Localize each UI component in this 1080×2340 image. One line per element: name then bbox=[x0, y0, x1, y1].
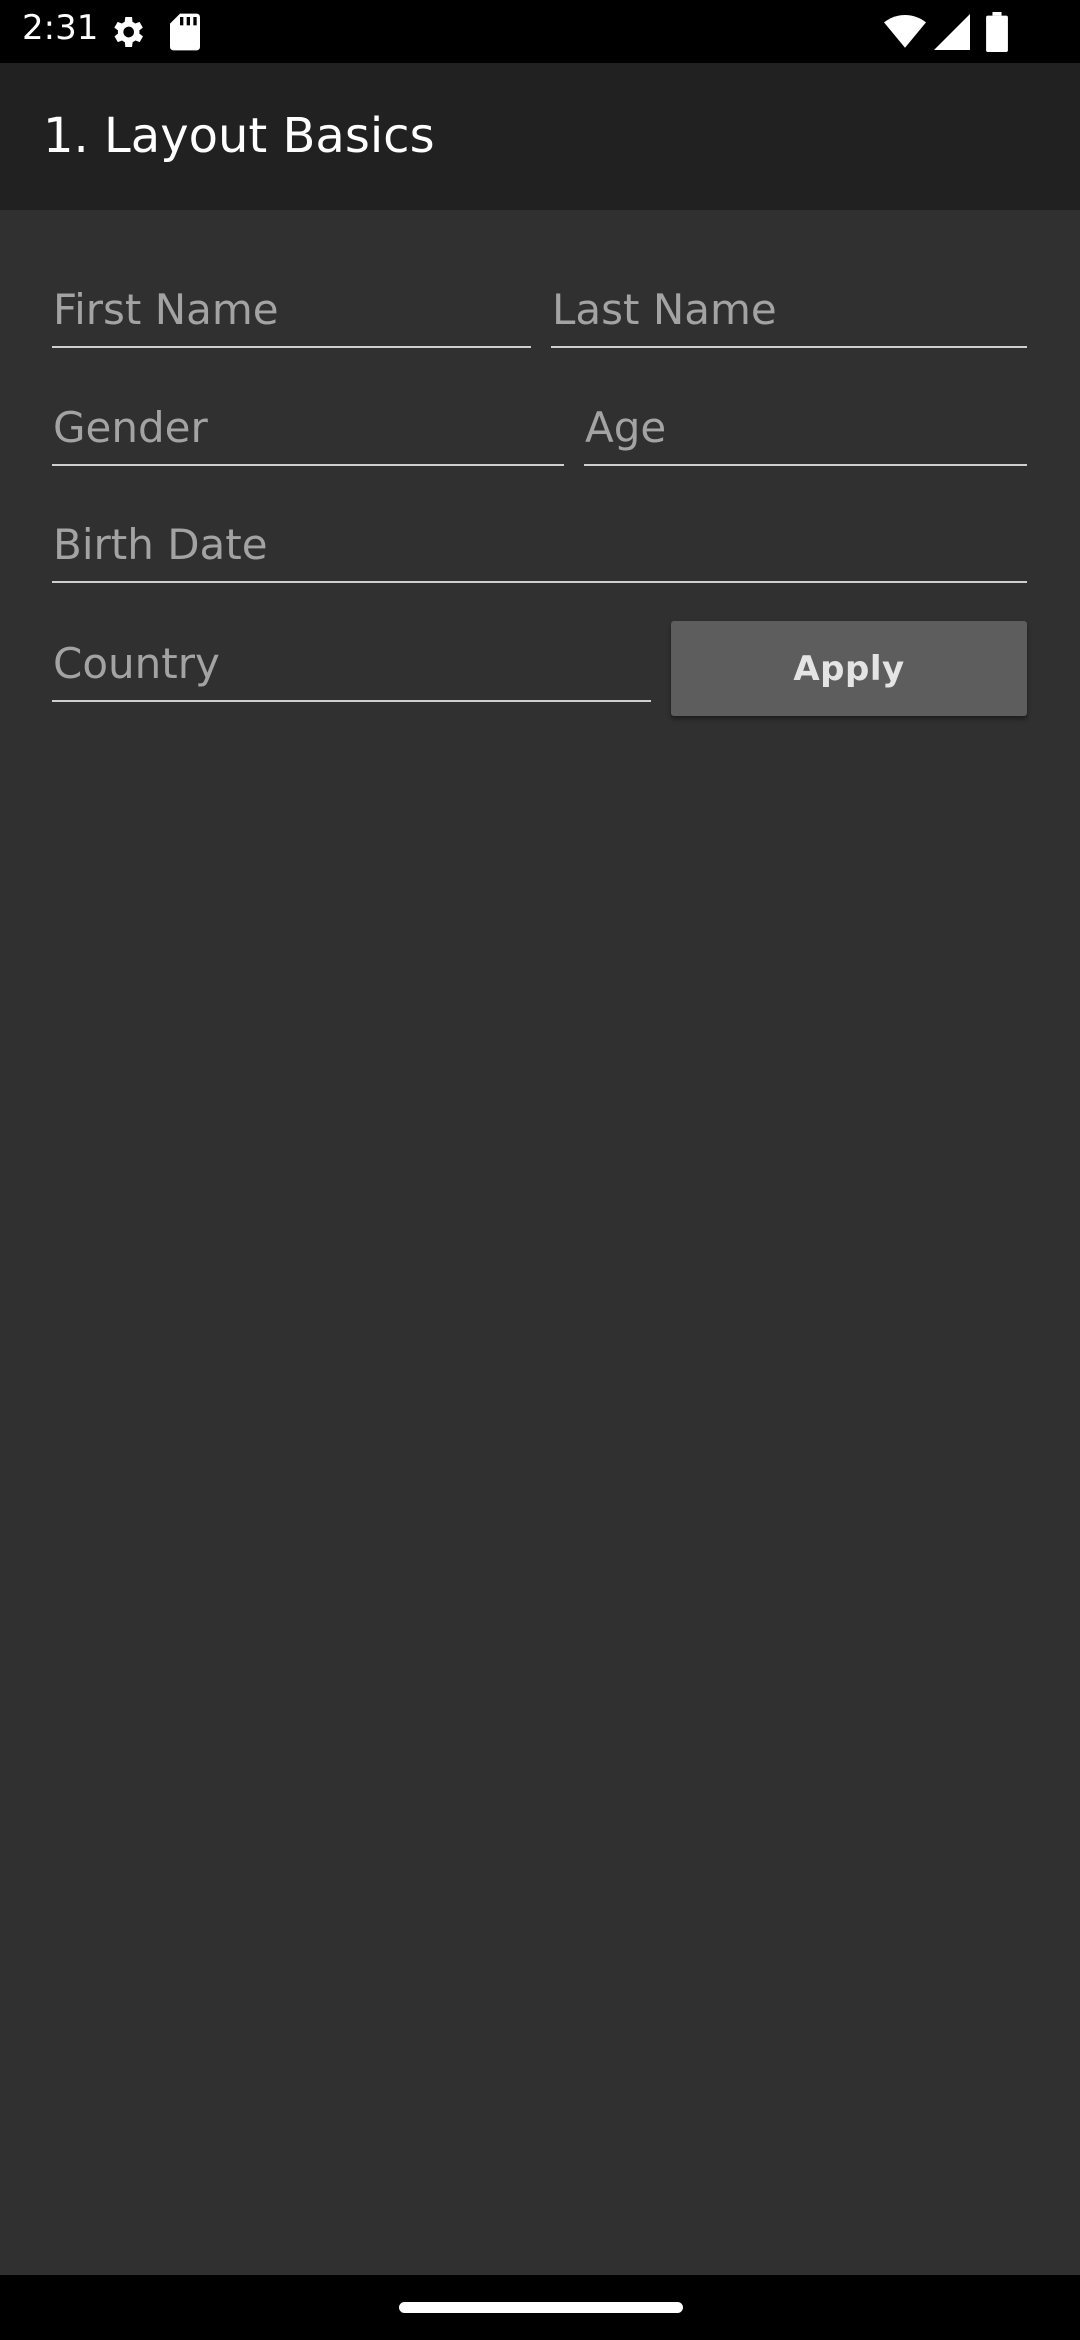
page-title: 1. Layout Basics bbox=[43, 108, 435, 164]
status-bar: 2:31 bbox=[0, 0, 1080, 63]
wifi-icon bbox=[884, 14, 926, 54]
cellular-signal-icon bbox=[934, 14, 970, 54]
gender-field bbox=[52, 390, 564, 466]
birth-date-field bbox=[52, 507, 1027, 583]
birth-date-input[interactable] bbox=[52, 507, 1027, 581]
first-name-input[interactable] bbox=[52, 272, 531, 346]
first-name-field bbox=[52, 272, 531, 348]
country-field bbox=[52, 626, 651, 702]
country-input[interactable] bbox=[52, 626, 651, 700]
app-bar: 1. Layout Basics bbox=[0, 63, 1080, 210]
last-name-input[interactable] bbox=[551, 272, 1027, 346]
navigation-bar bbox=[0, 2275, 1080, 2340]
home-gesture-handle[interactable] bbox=[399, 2302, 683, 2313]
settings-gear-icon bbox=[107, 12, 147, 56]
status-time: 2:31 bbox=[22, 8, 99, 48]
age-input[interactable] bbox=[584, 390, 1027, 464]
age-field bbox=[584, 390, 1027, 466]
gender-input[interactable] bbox=[52, 390, 564, 464]
battery-icon bbox=[986, 12, 1008, 56]
last-name-field bbox=[551, 272, 1027, 348]
apply-button[interactable]: Apply bbox=[671, 621, 1027, 716]
sd-card-icon bbox=[167, 12, 203, 56]
form-content: Apply bbox=[0, 210, 1080, 2275]
